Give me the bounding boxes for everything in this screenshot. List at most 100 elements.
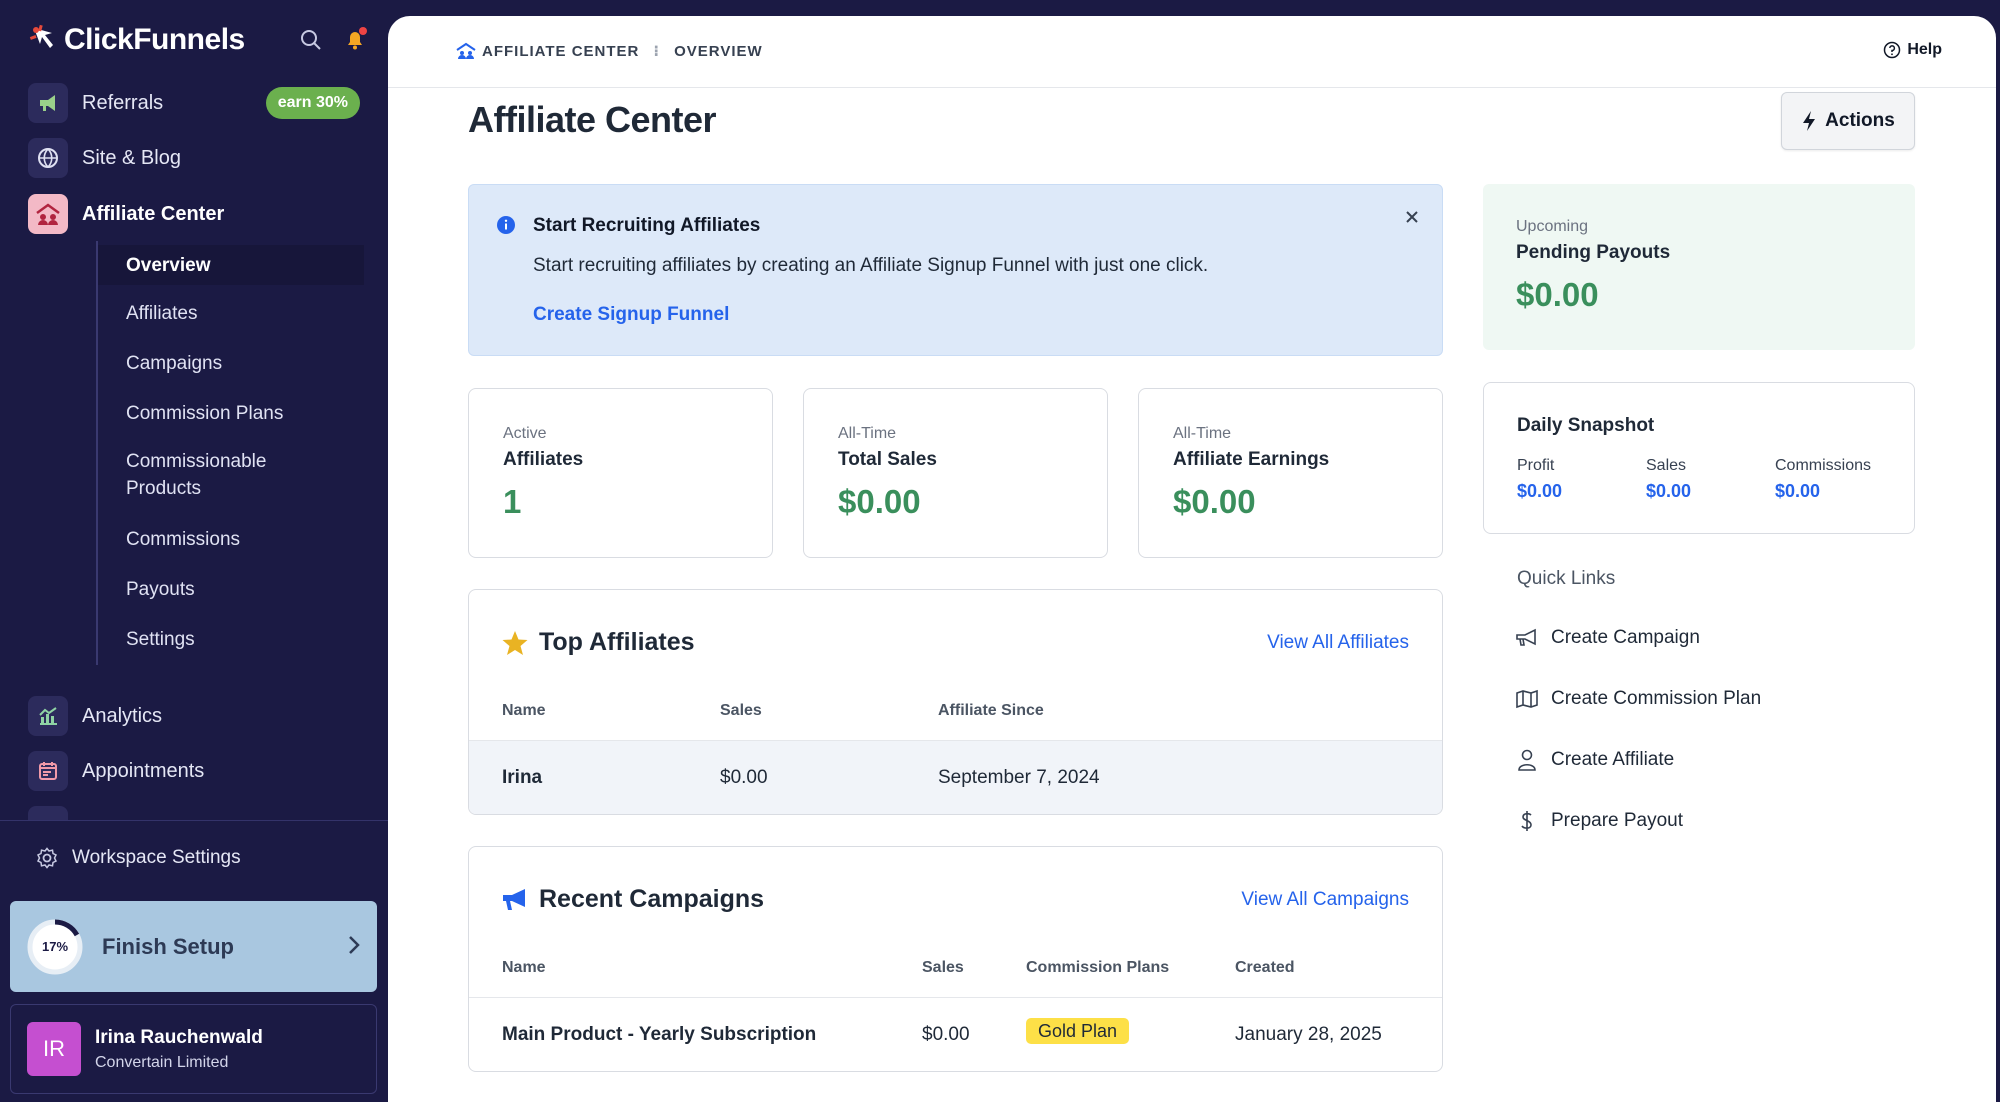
cell-sales: $0.00 <box>922 1024 970 1045</box>
quick-link-prepare-payout[interactable]: Prepare Payout <box>1515 810 1683 832</box>
payouts-caption: Upcoming <box>1516 218 1589 235</box>
top-affiliates-title-text: Top Affiliates <box>539 628 695 656</box>
user-profile-card[interactable]: IR Irina Rauchenwald Convertain Limited <box>10 1004 377 1094</box>
snapshot-sales: Sales $0.00 <box>1646 457 1691 502</box>
subnav-item-commissions[interactable]: Commissions <box>98 526 364 553</box>
column-header-sales[interactable]: Sales <box>922 959 964 977</box>
app-name[interactable]: ClickFunnels <box>64 23 245 57</box>
quick-links-title: Quick Links <box>1517 568 1616 589</box>
snapshot-title: Daily Snapshot <box>1517 415 1655 436</box>
column-header-affiliate-since[interactable]: Affiliate Since <box>938 702 1044 720</box>
stat-caption: Active <box>503 425 547 442</box>
subnav-item-commissionable-products[interactable]: Commissionable Products <box>98 448 318 502</box>
table-divider <box>469 997 1442 998</box>
sidebar-item-appointments[interactable]: Appointments <box>28 751 360 791</box>
chevron-right-icon <box>349 936 360 954</box>
quick-link-label: Create Commission Plan <box>1551 688 1762 709</box>
snapshot-value: $0.00 <box>1646 481 1692 501</box>
subnav-item-settings[interactable]: Settings <box>98 626 364 653</box>
quick-link-create-campaign[interactable]: Create Campaign <box>1515 627 1700 649</box>
actions-label: Actions <box>1825 110 1895 131</box>
calendar-icon <box>28 751 68 791</box>
close-icon[interactable] <box>1404 209 1420 225</box>
snapshot-key: Profit <box>1517 457 1555 474</box>
topbar: AFFILIATE CENTER ⁝ OVERVIEW Help <box>388 16 1996 88</box>
snapshot-key: Sales <box>1646 457 1687 474</box>
stat-caption: All-Time <box>1173 425 1232 442</box>
setup-progress-value: 17% <box>41 939 69 954</box>
recent-campaigns-title: Recent Campaigns <box>501 885 764 914</box>
actions-button[interactable]: Actions <box>1781 92 1915 150</box>
map-icon <box>1516 689 1538 709</box>
column-header-sales[interactable]: Sales <box>720 702 762 720</box>
dollar-icon <box>1521 811 1532 831</box>
help-button[interactable]: Help <box>1883 41 1942 59</box>
sidebar-item-partial[interactable] <box>28 806 360 820</box>
gear-icon <box>36 847 58 869</box>
subnav-item-campaigns[interactable]: Campaigns <box>98 350 364 377</box>
sidebar-item-label: Referrals <box>82 91 164 114</box>
cell-sales: $0.00 <box>720 767 768 788</box>
view-all-campaigns-link[interactable]: View All Campaigns <box>1241 889 1409 911</box>
alert-body: Start recruiting affiliates by creating … <box>533 255 1209 276</box>
stat-card-total-sales: All-Time Total Sales $0.00 <box>803 388 1108 558</box>
sidebar-item-label: Site & Blog <box>82 146 181 169</box>
megaphone-icon <box>503 888 525 910</box>
snapshot-key: Commissions <box>1775 457 1872 474</box>
quick-link-create-commission-plan[interactable]: Create Commission Plan <box>1515 688 1761 710</box>
column-header-name[interactable]: Name <box>502 702 546 720</box>
plan-badge[interactable]: Gold Plan <box>1026 1018 1130 1044</box>
clickfunnels-logo-icon[interactable] <box>28 24 58 56</box>
daily-snapshot-card: Daily Snapshot Profit $0.00 Sales $0.00 … <box>1483 382 1915 534</box>
subnav-item-overview[interactable]: Overview <box>98 245 364 285</box>
bell-icon[interactable] <box>342 27 368 53</box>
subnav-item-affiliates[interactable]: Affiliates <box>98 300 364 327</box>
subnav-item-payouts[interactable]: Payouts <box>98 576 364 603</box>
page-title: Affiliate Center <box>468 99 717 140</box>
sidebar: ClickFunnels Referrals earn 30% Site & B… <box>0 0 388 1102</box>
breadcrumb-section[interactable]: AFFILIATE CENTER <box>482 43 639 60</box>
recent-campaigns-title-text: Recent Campaigns <box>539 885 765 913</box>
workspace-settings-link[interactable]: Workspace Settings <box>36 847 241 869</box>
star-icon <box>502 630 528 655</box>
megaphone-icon <box>1516 628 1536 646</box>
user-name: Irina Rauchenwald <box>95 1026 263 1048</box>
snapshot-value: $0.00 <box>1775 481 1821 501</box>
sidebar-item-affiliate-center[interactable]: Affiliate Center <box>28 194 360 234</box>
table-row[interactable]: Irina $0.00 September 7, 2024 <box>469 741 1442 814</box>
stat-card-affiliates: Active Affiliates 1 <box>468 388 773 558</box>
affiliate-house-icon <box>28 194 68 234</box>
sidebar-item-referrals[interactable]: Referrals earn 30% <box>28 83 360 123</box>
affiliate-subnav: Overview Affiliates Campaigns Commission… <box>96 241 364 665</box>
column-header-commission-plans[interactable]: Commission Plans <box>1026 959 1169 977</box>
view-all-affiliates-link[interactable]: View All Affiliates <box>1267 632 1409 654</box>
cell-commission-plan: Gold Plan <box>1026 1018 1130 1044</box>
setup-progress-ring: 17% <box>26 918 84 976</box>
search-icon[interactable] <box>298 27 324 53</box>
subnav-item-commission-plans[interactable]: Commission Plans <box>98 400 364 427</box>
create-signup-funnel-link[interactable]: Create Signup Funnel <box>533 304 729 326</box>
cell-name: Irina <box>502 767 543 788</box>
sidebar-item-site-blog[interactable]: Site & Blog <box>28 138 360 178</box>
stat-value: $0.00 <box>1173 483 1256 520</box>
column-header-created[interactable]: Created <box>1235 959 1295 977</box>
stat-card-affiliate-earnings: All-Time Affiliate Earnings $0.00 <box>1138 388 1443 558</box>
cell-campaign-name[interactable]: Main Product - Yearly Subscription <box>502 1024 816 1046</box>
top-affiliates-card: Top Affiliates View All Affiliates Name … <box>468 589 1443 815</box>
notification-dot <box>359 27 367 35</box>
column-header-name[interactable]: Name <box>502 959 546 977</box>
sidebar-item-analytics[interactable]: Analytics <box>28 696 360 736</box>
quick-link-create-affiliate[interactable]: Create Affiliate <box>1515 749 1674 771</box>
partial-nav-icon <box>28 806 68 820</box>
stat-caption: All-Time <box>838 425 897 442</box>
chart-icon <box>28 696 68 736</box>
pending-payouts-card: Upcoming Pending Payouts $0.00 <box>1483 184 1915 350</box>
help-label: Help <box>1907 41 1942 58</box>
breadcrumb: AFFILIATE CENTER ⁝ OVERVIEW <box>456 42 763 60</box>
stat-value: 1 <box>503 483 522 520</box>
finish-setup-button[interactable]: 17% Finish Setup <box>10 901 377 992</box>
info-icon <box>497 216 515 234</box>
quick-link-label: Prepare Payout <box>1551 810 1684 831</box>
payouts-value: $0.00 <box>1516 276 1599 313</box>
earn-badge[interactable]: earn 30% <box>265 87 360 119</box>
